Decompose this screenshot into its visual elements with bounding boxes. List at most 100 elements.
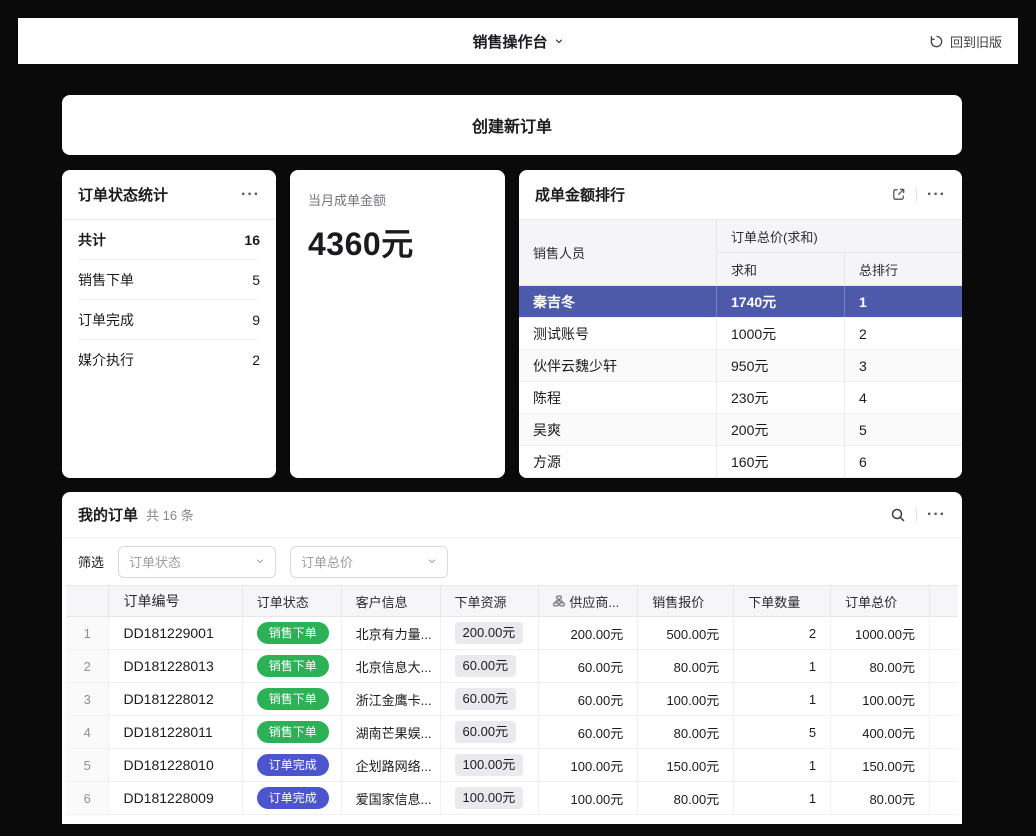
order-sum: 950元 [717,350,845,381]
order-table-row[interactable]: 1 DD181229001 销售下单 北京有力量... 200.00元 200.… [66,617,958,650]
create-order-button[interactable]: 创建新订单 [62,95,962,155]
order-status-filter-placeholder: 订单状态 [129,552,181,571]
app-title-dropdown[interactable]: 销售操作台 [472,31,563,52]
order-number: DD181228012 [109,683,242,715]
status-count: 9 [252,312,260,328]
order-sum: 200元 [717,414,845,445]
resource-cell: 100.00元 [441,749,540,781]
rank-value: 2 [845,318,962,349]
status-badge: 销售下单 [257,721,329,743]
salesperson-name: 陈程 [519,382,717,413]
order-total-filter-placeholder: 订单总价 [301,552,353,571]
sales-quote: 80.00元 [638,782,734,814]
status-row-sales[interactable]: 销售下单 5 [78,260,260,300]
order-sum: 160元 [717,446,845,477]
customer-info: 爱国家信息... [342,782,441,814]
more-menu-icon[interactable]: ··· [241,187,260,203]
col-resource[interactable]: 下单资源 [441,586,540,616]
order-table-row[interactable]: 2 DD181228013 销售下单 北京信息大... 60.00元 60.00… [66,650,958,683]
col-customer[interactable]: 客户信息 [342,586,441,616]
filter-label: 筛选 [78,552,104,571]
salesperson-name: 测试账号 [519,318,717,349]
order-total-filter-select[interactable]: 订单总价 [290,546,448,578]
order-sum: 1740元 [717,286,845,317]
month-amount-card: 当月成单金额 4360元 [290,170,505,478]
customer-info: 北京信息大... [342,650,441,682]
col-rank: 总排行 [845,253,962,285]
ranking-row[interactable]: 秦吉冬 1740元 1 [519,286,962,318]
status-count: 16 [244,232,260,248]
supplier-quote: 60.00元 [539,650,638,682]
order-total: 80.00元 [831,650,930,682]
col-qty[interactable]: 下单数量 [734,586,831,616]
ranking-row[interactable]: 方源 160元 6 [519,446,962,478]
order-sum: 1000元 [717,318,845,349]
export-icon[interactable] [891,187,906,202]
ranking-row[interactable]: 吴爽 200元 5 [519,414,962,446]
spacer-cell [930,782,958,814]
resource-cell: 200.00元 [441,617,540,649]
status-count: 5 [252,272,260,288]
order-number: DD181228011 [109,716,242,748]
order-table-row[interactable]: 3 DD181228012 销售下单 浙江金鹰卡... 60.00元 60.00… [66,683,958,716]
app-header: 销售操作台 回到旧版 [18,18,1018,64]
col-order-no[interactable]: 订单编号 [109,586,242,616]
status-count: 2 [252,352,260,368]
customer-info: 湖南芒果娱... [342,716,441,748]
order-total: 1000.00元 [831,617,930,649]
status-label: 媒介执行 [78,350,134,370]
order-table-row[interactable]: 5 DD181228010 订单完成 企划路网络... 100.00元 100.… [66,749,958,782]
order-amount-ranking-card: 成单金额排行 ··· 销售人员 订单总价(求和) 求和 总排行 秦吉冬 1740… [519,170,962,478]
order-sum: 230元 [717,382,845,413]
order-qty: 1 [734,749,831,781]
status-cell: 销售下单 [243,683,342,715]
order-qty: 1 [734,683,831,715]
back-to-old-version-link[interactable]: 回到旧版 [929,32,1002,51]
resource-cell: 60.00元 [441,716,540,748]
search-icon[interactable] [890,507,906,523]
order-table-row[interactable]: 6 DD181228009 订单完成 爱国家信息... 100.00元 100.… [66,782,958,815]
status-badge: 订单完成 [257,754,329,776]
customer-info: 北京有力量... [342,617,441,649]
more-menu-icon[interactable]: ··· [927,507,946,523]
status-row-media[interactable]: 媒介执行 2 [78,340,260,380]
orders-card-title: 我的订单 [78,504,138,525]
ranking-row[interactable]: 陈程 230元 4 [519,382,962,414]
status-card-title: 订单状态统计 [78,184,168,205]
col-total[interactable]: 订单总价 [831,586,930,616]
spacer-cell [930,749,958,781]
status-list: 共计 16 销售下单 5 订单完成 9 媒介执行 2 [62,220,276,380]
customer-info: 企划路网络... [342,749,441,781]
col-status[interactable]: 订单状态 [243,586,342,616]
col-supplier[interactable]: 供应商... [539,586,638,616]
order-status-filter-select[interactable]: 订单状态 [118,546,276,578]
row-index: 5 [66,749,109,781]
order-number: DD181228010 [109,749,242,781]
col-supplier-label: 供应商... [569,592,619,611]
ranking-row[interactable]: 伙伴云魏少轩 950元 3 [519,350,962,382]
col-row-number [66,586,109,616]
ranking-row[interactable]: 测试账号 1000元 2 [519,318,962,350]
resource-cell: 60.00元 [441,650,540,682]
rank-value: 5 [845,414,962,445]
resource-pill: 100.00元 [455,787,524,809]
status-badge: 销售下单 [257,622,329,644]
my-orders-card: 我的订单 共 16 条 ··· 筛选 订单状态 订单总价 [62,492,962,824]
back-to-old-version-label: 回到旧版 [950,32,1002,51]
order-table-row[interactable]: 4 DD181228011 销售下单 湖南芒果娱... 60.00元 60.00… [66,716,958,749]
supplier-quote: 60.00元 [539,716,638,748]
orders-table-header: 订单编号 订单状态 客户信息 下单资源 供应商... 销售报价 下单数量 订单总… [66,585,958,617]
row-index: 1 [66,617,109,649]
hierarchy-icon [553,595,565,607]
status-badge: 销售下单 [257,688,329,710]
col-quote[interactable]: 销售报价 [638,586,734,616]
spacer-cell [930,586,958,616]
more-menu-icon[interactable]: ··· [927,187,946,203]
create-order-label: 创建新订单 [472,113,552,137]
status-label: 销售下单 [78,270,134,290]
status-row-complete[interactable]: 订单完成 9 [78,300,260,340]
order-qty: 1 [734,782,831,814]
order-total: 80.00元 [831,782,930,814]
status-row-total[interactable]: 共计 16 [78,220,260,260]
row-index: 3 [66,683,109,715]
